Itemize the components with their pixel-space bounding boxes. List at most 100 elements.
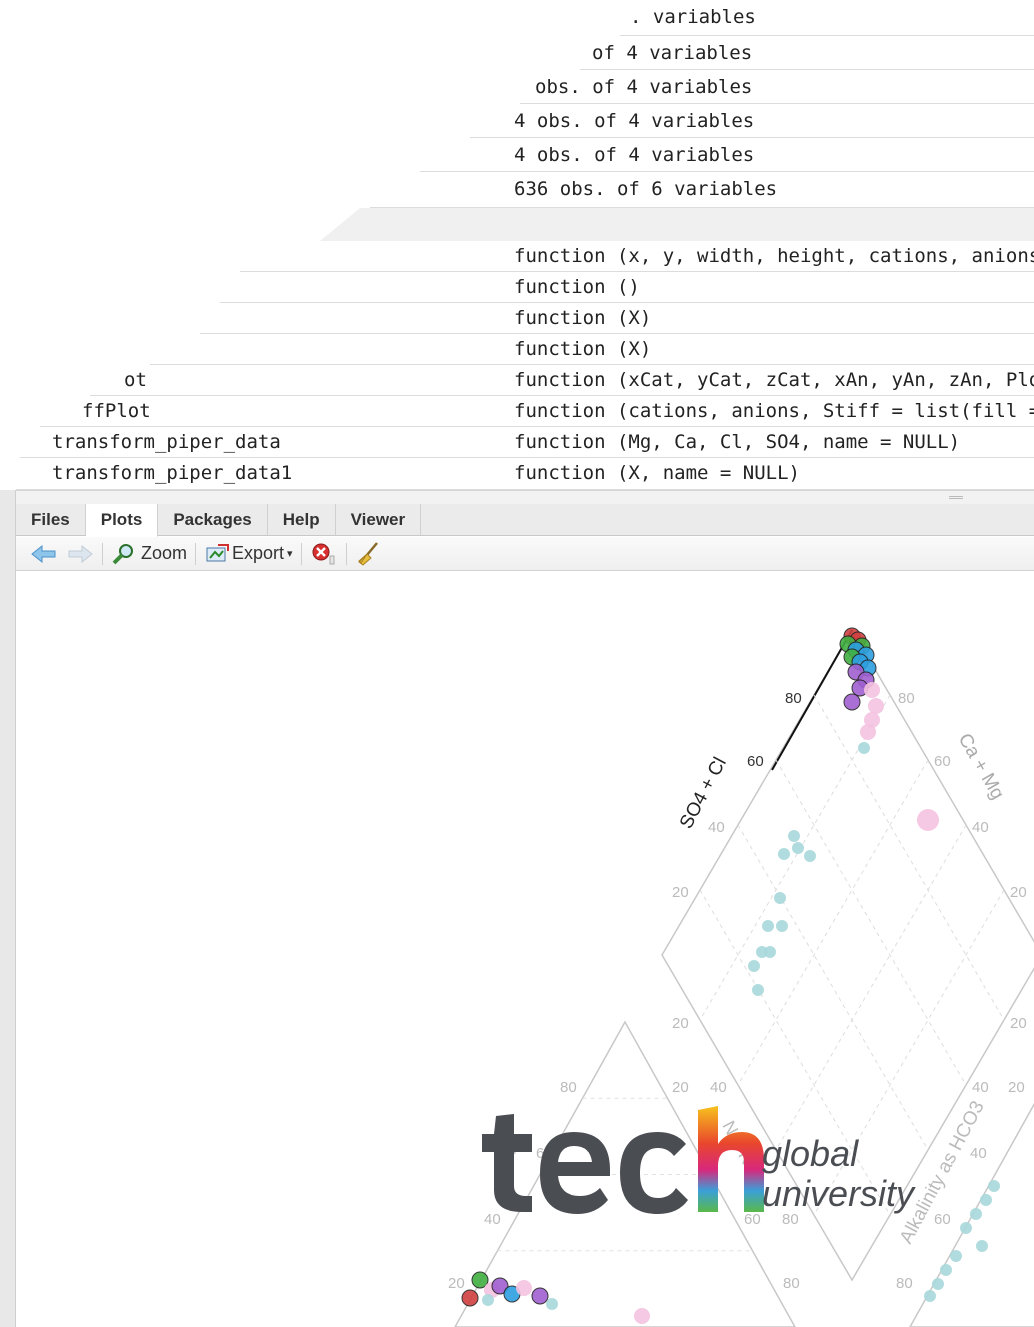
data-point xyxy=(864,682,880,698)
remove-plot-button[interactable] xyxy=(310,541,338,567)
tab-viewer[interactable]: Viewer xyxy=(336,504,422,535)
env-row-value: function (x, y, width, height, cations, … xyxy=(514,245,1034,267)
toolbar-separator xyxy=(345,542,347,565)
tick-label: 40 xyxy=(970,1145,987,1162)
export-label: Export xyxy=(232,543,285,563)
tick-label: 60 xyxy=(747,753,764,770)
env-row-value: function (X) xyxy=(514,338,652,360)
diamond-axis-line xyxy=(771,629,853,771)
env-row-value: function (cations, anions, Stiff = list(… xyxy=(514,400,1034,422)
logo-line-global: global xyxy=(762,1133,859,1174)
env-row-value: . variables xyxy=(630,6,756,28)
tick-label: 20 xyxy=(1010,884,1027,901)
env-row-name: transform_piper_data1 xyxy=(52,462,293,484)
env-row[interactable]: ffPlot function (cations, anions, Stiff … xyxy=(0,396,1034,427)
data-point xyxy=(792,842,804,854)
tab-files[interactable]: Files xyxy=(16,504,86,535)
tick-label: 20 xyxy=(672,884,689,901)
tech-global-university-logo: global university xyxy=(474,1100,934,1220)
forward-arrow-icon[interactable] xyxy=(66,541,94,567)
env-row-name: ffPlot xyxy=(82,400,151,422)
env-row-value: 4 obs. of 4 variables xyxy=(514,110,755,132)
logo-subtitle: global university xyxy=(762,1134,914,1214)
data-point xyxy=(970,1208,982,1220)
env-row-value: function (Mg, Ca, Cl, SO4, name = NULL) xyxy=(514,431,961,453)
tick-label: 20 xyxy=(1008,1079,1025,1096)
data-point xyxy=(531,1287,549,1305)
toolbar-separator xyxy=(195,542,197,565)
tick-label: 60 xyxy=(934,753,951,770)
tick-label: 80 xyxy=(896,1275,913,1292)
toolbar-separator xyxy=(102,542,103,565)
env-row-value: function (X, name = NULL) xyxy=(514,462,800,484)
zoom-button[interactable]: Zoom xyxy=(111,541,187,567)
env-row[interactable]: . variables xyxy=(0,0,1034,36)
tab-plots[interactable]: Plots xyxy=(85,504,159,537)
toolbar-separator xyxy=(300,542,302,565)
tab-help[interactable]: Help xyxy=(268,504,336,535)
data-point xyxy=(940,1264,952,1276)
tick-label: 40 xyxy=(972,1079,989,1096)
export-button[interactable]: Export ▾ xyxy=(204,541,293,567)
data-point xyxy=(764,946,776,958)
env-row-name: transform_piper_data xyxy=(52,431,281,453)
tick-label: 80 xyxy=(785,690,802,707)
env-row[interactable]: transform_piper_data1 function (X, name … xyxy=(0,458,1034,490)
tab-packages[interactable]: Packages xyxy=(158,504,268,535)
env-row-value: of 4 variables xyxy=(592,42,753,64)
env-row[interactable]: function (X) xyxy=(0,334,1034,365)
tick-label: 80 xyxy=(898,690,915,707)
data-point xyxy=(950,1250,962,1262)
export-icon xyxy=(206,543,230,561)
data-point xyxy=(980,1194,992,1206)
env-row-value: function (X) xyxy=(514,307,652,329)
section-header-band xyxy=(320,208,1034,241)
env-row[interactable]: 4 obs. of 4 variables xyxy=(0,138,1034,172)
data-point xyxy=(868,698,884,714)
tick-label: 40 xyxy=(708,819,725,836)
data-point xyxy=(960,1222,972,1234)
env-row-value: 636 obs. of 6 variables xyxy=(514,178,778,200)
env-row[interactable]: 4 obs. of 4 variables xyxy=(0,104,1034,138)
pane-left-border xyxy=(0,490,16,1327)
data-point xyxy=(776,920,788,932)
tick-label: 40 xyxy=(972,819,989,836)
tick-label: 20 xyxy=(672,1015,689,1032)
splitter-grip[interactable] xyxy=(949,496,963,499)
data-point xyxy=(546,1298,558,1310)
export-caret-icon: ▾ xyxy=(287,548,293,560)
data-point xyxy=(988,1180,1000,1192)
back-arrow-icon[interactable] xyxy=(30,541,58,567)
tech-wordmark xyxy=(482,1106,764,1214)
env-row[interactable]: function () xyxy=(0,272,1034,303)
data-point xyxy=(932,1278,944,1290)
env-row[interactable]: function (x, y, width, height, cations, … xyxy=(0,241,1034,272)
data-point xyxy=(804,850,816,862)
env-row[interactable]: transform_piper_data function (Mg, Ca, C… xyxy=(0,427,1034,458)
remove-plot-icon xyxy=(312,543,335,564)
env-row[interactable]: ot function (xCat, yCat, zCat, xAn, yAn,… xyxy=(0,365,1034,396)
clear-all-button[interactable] xyxy=(355,541,381,567)
broom-icon xyxy=(357,541,378,566)
data-point xyxy=(858,742,870,754)
tick-label: 20 xyxy=(448,1275,465,1292)
data-point xyxy=(482,1294,494,1306)
env-row[interactable]: 636 obs. of 6 variables xyxy=(0,172,1034,208)
env-row[interactable]: of 4 variables xyxy=(0,36,1034,70)
data-point xyxy=(461,1289,479,1307)
env-row[interactable]: function (X) xyxy=(0,303,1034,334)
tick-label: 20 xyxy=(672,1079,689,1096)
axis-title-ca-mg: Ca + Mg xyxy=(954,730,1008,803)
env-row-value: function () xyxy=(514,276,640,298)
pane-splitter[interactable] xyxy=(16,490,1034,504)
tick-label: 80 xyxy=(783,1275,800,1292)
env-row-name: ot xyxy=(124,369,147,391)
environment-pane: . variables of 4 variables obs. of 4 var… xyxy=(0,0,1034,490)
data-point xyxy=(748,960,760,972)
env-row-value: function (xCat, yCat, zCat, xAn, yAn, zA… xyxy=(514,369,1034,391)
env-row[interactable]: obs. of 4 variables xyxy=(0,70,1034,104)
tick-label: 40 xyxy=(710,1079,727,1096)
data-point xyxy=(778,848,790,860)
data-point xyxy=(752,984,764,996)
env-row-value: obs. of 4 variables xyxy=(535,76,753,98)
